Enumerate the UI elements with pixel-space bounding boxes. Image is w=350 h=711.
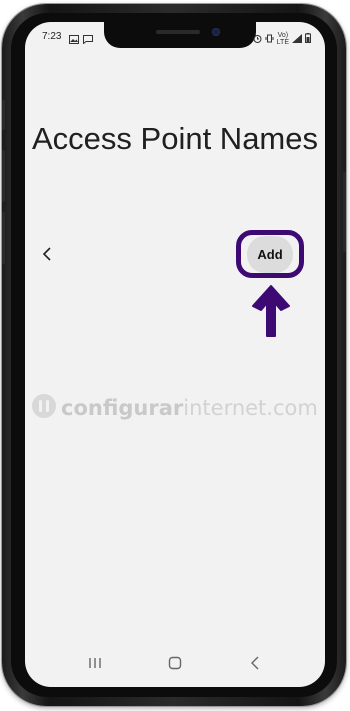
gallery-icon — [69, 31, 79, 49]
watermark-normal: internet.com — [183, 396, 318, 420]
battery-icon — [305, 30, 311, 48]
chevron-left-icon — [42, 246, 52, 266]
page-title: Access Point Names — [32, 121, 318, 156]
status-left-icons — [69, 31, 93, 49]
screen: 7:23 Vo) LTE Access Point Names Add conf… — [25, 22, 325, 687]
lte-label: LTE — [276, 39, 289, 46]
network-type-label: Vo) LTE — [277, 32, 289, 46]
watermark: configurarinternet.com — [31, 393, 318, 424]
speaker-grille — [156, 30, 200, 34]
power-button — [343, 172, 346, 252]
home-icon — [168, 656, 182, 675]
notch — [104, 22, 256, 48]
back-nav-icon — [250, 656, 260, 675]
volume-up-button — [2, 150, 5, 202]
navigation-bar — [25, 647, 325, 687]
status-right-icons: Vo) LTE — [253, 30, 311, 48]
arrow-up-icon — [251, 284, 291, 338]
volume-down-button — [2, 212, 5, 264]
volte-label: Vo) — [277, 32, 289, 39]
vibrate-icon — [265, 30, 274, 48]
recents-icon — [88, 656, 102, 674]
status-time: 7:23 — [42, 31, 62, 42]
nav-back-button[interactable] — [242, 655, 268, 675]
watermark-text: configurarinternet.com — [61, 396, 318, 420]
message-icon — [83, 31, 93, 49]
front-camera — [212, 28, 220, 36]
nav-recents-button[interactable] — [82, 655, 108, 675]
side-button — [2, 100, 5, 130]
add-button[interactable]: Add — [247, 236, 293, 273]
alarm-icon — [253, 30, 262, 48]
signal-icon — [292, 30, 302, 48]
back-button[interactable] — [37, 246, 57, 266]
nav-home-button[interactable] — [162, 655, 188, 675]
watermark-bold: configurar — [61, 396, 184, 420]
watermark-logo-icon — [31, 393, 57, 424]
